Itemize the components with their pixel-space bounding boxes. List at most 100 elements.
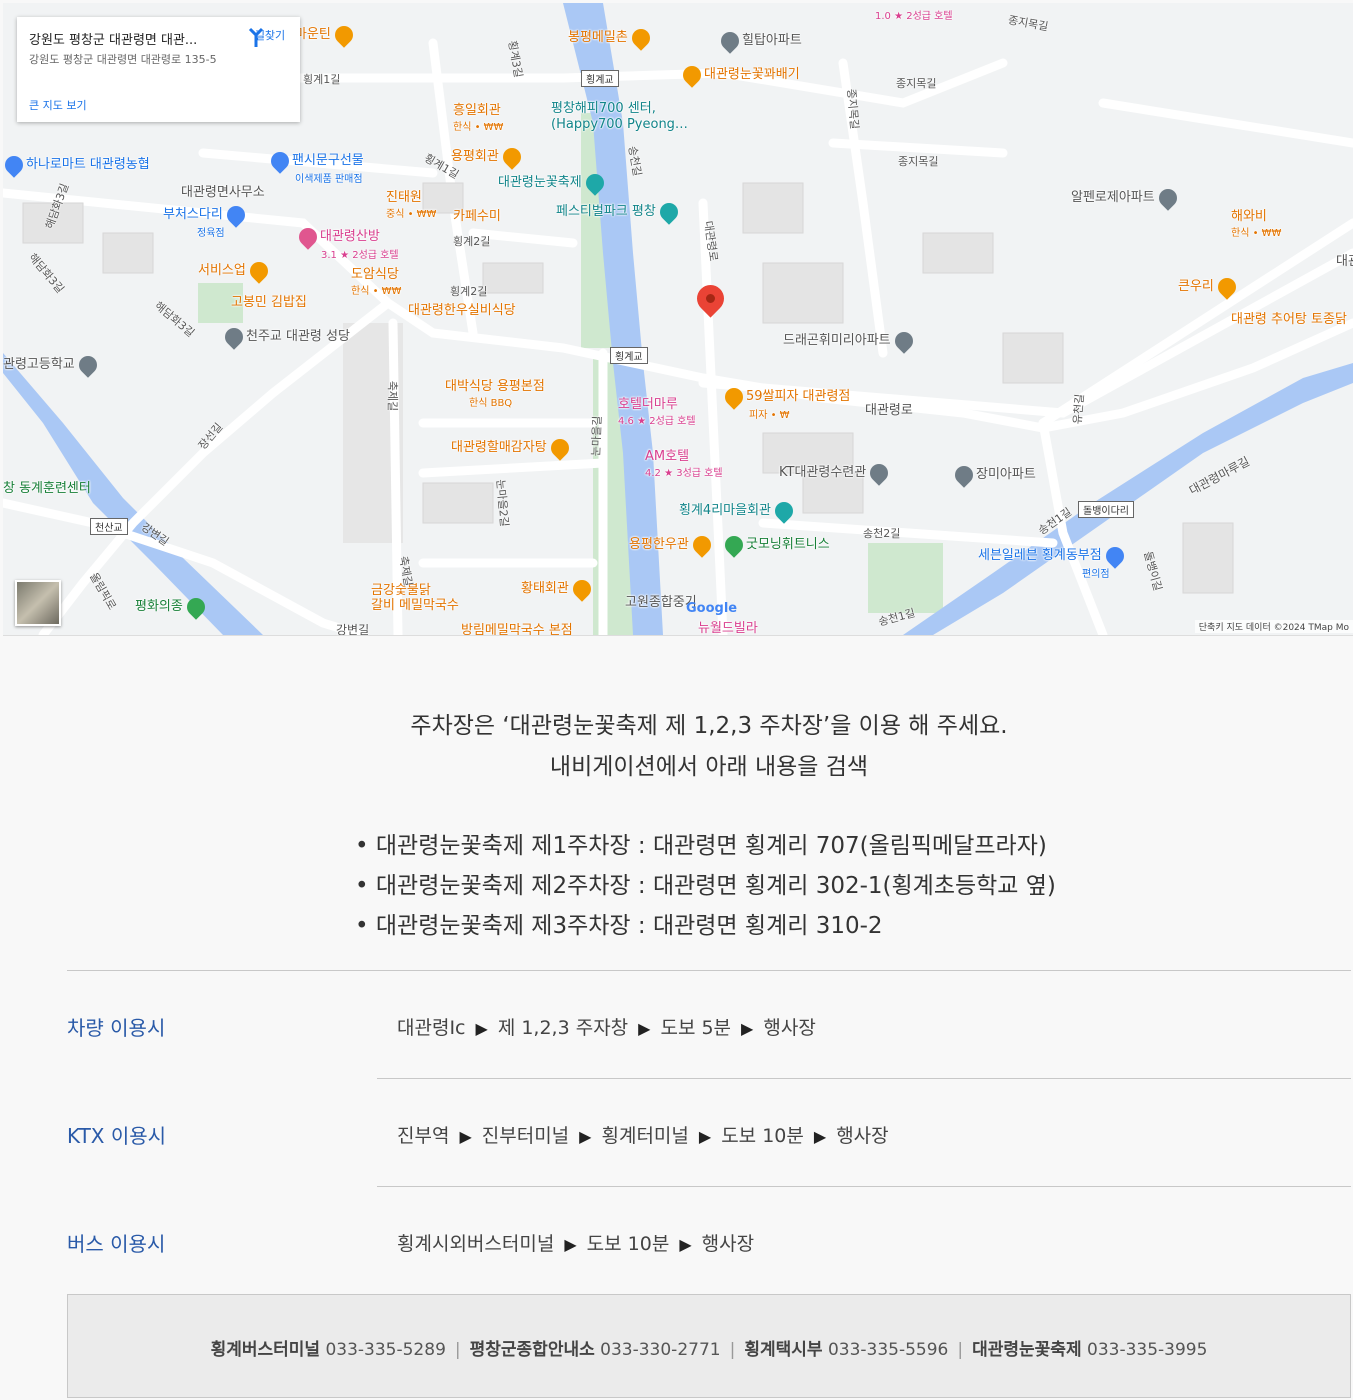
store-pin-icon <box>3 151 27 178</box>
poi-29[interactable]: 대관령 추어탕 토종닭 <box>1231 308 1347 327</box>
poi-3[interactable]: 대관령눈꽃꽈배기 <box>679 61 800 88</box>
restaurant-pin-icon <box>246 257 272 284</box>
contact-name: 평창군종합안내소 <box>469 1340 595 1360</box>
store-pin-icon <box>267 147 293 174</box>
poi-24[interactable]: 59쌀피자 대관령점 피자 • ₩ <box>721 383 850 421</box>
restaurant-pin-icon <box>547 434 573 461</box>
street-label: 눈마을길 <box>589 415 604 457</box>
poi-10[interactable]: 대관령면사무소 <box>181 181 265 200</box>
poi-7[interactable]: 대관령눈꽃축제 <box>498 169 608 196</box>
larger-map-link[interactable]: 큰 지도 보기 <box>29 97 87 113</box>
arrow-right-icon: ▶ <box>638 1019 651 1038</box>
street-label: 종지목길 <box>896 77 937 90</box>
route-step: 횡계터미널 <box>601 1125 689 1147</box>
parking-item: • 대관령눈꽃축제 제1주차장 : 대관령면 횡계리 707(올림픽메달프라자) <box>355 833 1047 859</box>
landmark-pin-icon <box>582 169 608 196</box>
contact-phone: 033-335-5289 <box>325 1340 446 1360</box>
poi-40[interactable]: 금강숯불닭 갈비 메밀막국수 <box>371 583 459 613</box>
street-label: 축제길 <box>386 380 400 412</box>
street-label: 송천2길 <box>863 527 901 540</box>
street-label: 횡계2길 <box>450 285 488 298</box>
poi-37[interactable]: 굿모닝휘트니스 <box>721 531 830 558</box>
poi-42[interactable]: 평화의종 <box>135 593 209 620</box>
poi-31[interactable]: AM호텔 4.2 ★ 3성급 호텔 <box>645 445 723 479</box>
poi-36[interactable]: 용평한우관 <box>629 531 715 558</box>
gym-pin-icon <box>721 531 747 558</box>
route-ktx: 진부역 ▶ 진부터미널 ▶ 횡계터미널 ▶ 도보 10분 ▶ 행사장 <box>397 1121 889 1148</box>
store-pin-icon <box>223 201 249 228</box>
contact-phone: 033-330-2771 <box>600 1340 721 1360</box>
arrow-right-icon: ▶ <box>679 1235 692 1254</box>
poi-11[interactable]: 진태원 중식 • ₩₩ <box>386 186 436 220</box>
arrow-right-icon: ▶ <box>741 1019 754 1038</box>
poi-6[interactable]: 용평회관 <box>451 143 525 170</box>
poi-39[interactable]: 황태회관 <box>521 575 595 602</box>
building-pin-icon <box>866 459 893 486</box>
poi-25[interactable]: 드래곤휘미리아파트 <box>783 327 917 354</box>
poi-26[interactable]: 알펜로제아파트 <box>1071 184 1181 211</box>
school-pin-icon <box>75 351 101 378</box>
poi-1[interactable]: 봉평메밀촌 <box>568 24 654 51</box>
arrow-right-icon: ▶ <box>579 1127 592 1146</box>
arrow-right-icon: ▶ <box>459 1127 472 1146</box>
apartment-pin-icon <box>1155 184 1181 211</box>
street-label: 종지목길 <box>898 155 939 168</box>
google-logo: Google <box>686 601 738 616</box>
map-attribution[interactable]: 단축키 지도 데이터 ©2024 TMap Mo <box>1194 620 1353 633</box>
landmark-pin-icon <box>771 497 797 524</box>
poi-17[interactable]: 도암식당 한식 • ₩₩ <box>351 263 401 297</box>
poi-21[interactable]: 관령고등학교 <box>3 351 101 378</box>
embedded-map[interactable]: 커피마운틴 봉평메밀촌 힐탑아파트 대관령눈꽃꽈배기 흥일회관 한식 • ₩₩ 평… <box>3 3 1353 636</box>
poi-43[interactable]: 뉴월드빌라 <box>698 617 758 635</box>
poi-15[interactable]: 대관령산방 3.1 ★ 2성급 호텔 <box>295 223 399 261</box>
street-label: 대관령로 <box>865 403 913 418</box>
poi-8[interactable]: 하나로마트 대관령농협 <box>3 151 150 178</box>
restaurant-pin-icon <box>721 383 747 410</box>
parking-intro-line1: 주차장은 ‘대관령눈꽃축제 제 1,2,3 주차장’을 이용 해 주세요. <box>410 713 1008 739</box>
poi-12[interactable]: 카페수미 <box>453 205 501 224</box>
restaurant-pin-icon <box>331 21 357 48</box>
route-label-bus: 버스 이용시 <box>67 1232 166 1256</box>
directions-button[interactable]: 길찾기 <box>245 27 295 47</box>
contact-name: 횡계택시부 <box>744 1340 823 1360</box>
poi-33[interactable]: 장미아파트 <box>951 461 1036 488</box>
poi-13[interactable]: 페스티벌파크 평창 <box>556 198 682 225</box>
poi-2[interactable]: 힐탑아파트 <box>717 27 802 54</box>
bridge-label: 횡계교 <box>581 70 619 87</box>
poi-27[interactable]: 해와비 한식 • ₩₩ <box>1231 205 1281 239</box>
restaurant-pin-icon <box>689 531 715 558</box>
poi-30[interactable]: 대관령할매감자탕 <box>451 434 573 461</box>
poi-45[interactable]: 1.0 ★ 2성급 호텔 <box>875 7 953 22</box>
poi-4[interactable]: 흥일회관 한식 • ₩₩ <box>453 99 503 133</box>
route-step: 대관령Ic <box>397 1017 466 1039</box>
poi-28[interactable]: 큰우리 <box>1178 273 1240 300</box>
poi-5[interactable]: 평창해피700 센터, (Happy700 Pyeong… <box>551 101 688 133</box>
park-pin-icon <box>656 198 682 225</box>
poi-9[interactable]: 팬시문구선물 이색제품 판매점 <box>267 147 364 185</box>
poi-16[interactable]: 서비스업 <box>198 257 272 284</box>
route-bus: 횡계시외버스터미널 ▶ 도보 10분 ▶ 행사장 <box>397 1229 754 1256</box>
poi-38[interactable]: 세븐일레븐 횡계동부점 편의점 <box>978 542 1128 580</box>
poi-14[interactable]: 부처스다리 정육점 <box>163 201 249 239</box>
poi-23[interactable]: 호텔더마루 4.6 ★ 2성급 호텔 <box>618 393 696 427</box>
bridge-label: 돌뱅이다리 <box>1078 501 1134 518</box>
poi-34[interactable]: 창 동계훈련센터 <box>3 477 91 496</box>
street-label: 횡계1길 <box>303 73 341 86</box>
poi-19[interactable]: 대관령한우실비식당 <box>408 299 516 318</box>
poi-22[interactable]: 대박식당 용평본점 한식 BBQ <box>445 375 545 409</box>
poi-44[interactable]: 방림메밀막국수 본점 <box>461 619 573 635</box>
apartment-pin-icon <box>717 27 743 54</box>
apartment-pin-icon <box>951 461 977 488</box>
poi-32[interactable]: KT대관령수련관 <box>779 459 893 486</box>
route-step: 진부역 <box>397 1125 450 1147</box>
monument-pin-icon <box>183 593 209 620</box>
poi-18[interactable]: 고봉민 김밥집 <box>231 291 307 310</box>
contact-list: 횡계버스터미널 033-335-5289 | 평창군종합안내소 033-330-27… <box>68 1335 1350 1360</box>
arrow-right-icon: ▶ <box>475 1019 488 1038</box>
poi-20[interactable]: 천주교 대관령 성당 <box>221 323 350 350</box>
street-view-thumbnail[interactable] <box>15 580 61 626</box>
restaurant-pin-icon <box>1214 273 1240 300</box>
street-label: 유천길 <box>1070 393 1087 425</box>
poi-35[interactable]: 횡계4리마을회관 <box>679 497 797 524</box>
hotel-pin-icon <box>295 223 321 250</box>
